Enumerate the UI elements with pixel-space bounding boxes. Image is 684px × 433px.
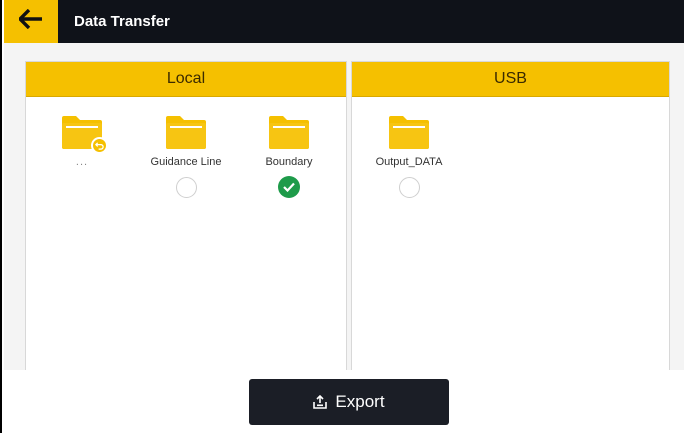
folder-icon xyxy=(267,114,311,150)
usb-panel: USB Output_DATA xyxy=(351,61,670,373)
export-label: Export xyxy=(335,392,385,411)
local-item-label: Boundary xyxy=(265,156,313,168)
local-item-boundary[interactable]: Boundary xyxy=(244,114,334,198)
local-panel-header: Local xyxy=(26,62,346,97)
title-bar: Data Transfer xyxy=(4,0,684,43)
export-button[interactable]: Export xyxy=(249,379,449,425)
selected-check-icon[interactable] xyxy=(278,176,300,198)
folder-icon xyxy=(387,114,431,150)
app-window: Data Transfer Local ... Guidance Line Bo… xyxy=(0,0,684,433)
export-icon xyxy=(313,395,328,409)
local-item-parent[interactable]: ... xyxy=(37,114,127,168)
usb-panel-header: USB xyxy=(352,62,669,97)
folder-return-icon xyxy=(60,114,108,154)
page-title: Data Transfer xyxy=(74,13,170,30)
usb-item-label: Output_DATA xyxy=(375,156,443,168)
folder-icon xyxy=(164,114,208,150)
local-item-label: Guidance Line xyxy=(150,156,222,168)
select-radio[interactable] xyxy=(398,177,420,198)
select-radio[interactable] xyxy=(175,177,197,198)
local-item-guidance-line[interactable]: Guidance Line xyxy=(141,114,231,198)
local-item-label: ... xyxy=(75,156,89,168)
footer-bar: Export xyxy=(4,370,684,433)
local-panel: Local ... Guidance Line Boundary xyxy=(25,61,347,373)
arrow-left-icon xyxy=(17,8,43,34)
return-icon xyxy=(91,137,108,154)
usb-item-output-data[interactable]: Output_DATA xyxy=(364,114,454,198)
main-content: Local ... Guidance Line Boundary USB Out… xyxy=(4,43,684,373)
back-button[interactable] xyxy=(4,0,58,43)
